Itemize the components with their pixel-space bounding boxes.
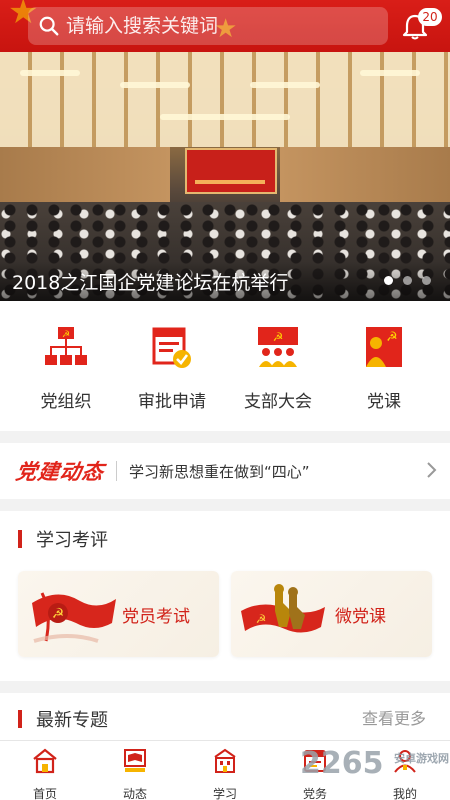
section-header: 最新专题: [18, 699, 108, 739]
section-accent-bar: [18, 530, 22, 548]
watermark-subtext: 安卓游戏网: [394, 752, 449, 765]
quick-item-label: 党组织: [40, 392, 92, 412]
search-input[interactable]: [66, 15, 366, 37]
party-lesson-icon: ☭: [366, 327, 402, 367]
party-news-ticker[interactable]: 党建动态 学习新思想重在做到“四心”: [0, 443, 450, 499]
quick-item-label: 支部大会: [244, 392, 312, 412]
section-title: 学习考评: [36, 530, 108, 551]
quick-item-approval[interactable]: 审批申请: [122, 325, 222, 412]
quick-item-party-org[interactable]: ☭ 党组织: [16, 325, 116, 412]
card-label: 党员考试: [122, 607, 190, 627]
search-bar[interactable]: [28, 7, 388, 45]
section-accent-bar: [18, 710, 22, 728]
svg-text:☭: ☭: [52, 606, 65, 622]
quick-item-branch-meeting[interactable]: ☭ 支部大会: [228, 325, 328, 412]
carousel-dot[interactable]: [384, 276, 393, 285]
carousel-indicator: [384, 276, 431, 285]
tab-label: 学习: [212, 787, 237, 800]
svg-text:☭: ☭: [62, 330, 70, 340]
study-building-icon: [214, 748, 236, 773]
study-section: 学习考评 ☭ 党员考试 ☭ 微党课: [0, 511, 450, 681]
watermark-text: 2265: [300, 746, 384, 781]
tab-news[interactable]: 动态: [100, 747, 170, 800]
news-flag-icon: [124, 749, 146, 772]
news-divider: [116, 461, 117, 481]
quick-menu: ☭ 党组织 审批申请 ☭ 支部大会 ☭ 党课: [0, 301, 450, 431]
heroes-flag-icon: ☭: [241, 584, 325, 633]
ceiling-light: [160, 114, 290, 120]
site-watermark: 2265 安卓游戏网: [300, 746, 449, 781]
ceiling-light: [120, 82, 190, 88]
org-chart-icon: ☭: [45, 327, 87, 365]
tab-label: 我的: [392, 787, 417, 800]
ceiling-light: [20, 70, 80, 76]
topics-section: 最新专题 查看更多: [0, 693, 450, 740]
quick-item-party-lesson[interactable]: ☭ 党课: [334, 325, 434, 412]
party-news-logo: 党建动态: [14, 460, 106, 484]
ceiling-light: [360, 70, 420, 76]
banner-ceiling: [0, 52, 450, 147]
ceiling-light: [250, 82, 320, 88]
tab-home[interactable]: 首页: [10, 747, 80, 800]
tab-label: 首页: [32, 787, 57, 800]
carousel-dot[interactable]: [422, 276, 431, 285]
carousel-dot[interactable]: [403, 276, 412, 285]
quick-item-label: 审批申请: [138, 392, 206, 412]
section-header: 学习考评: [18, 519, 108, 559]
banner-title: 2018之江国企党建论坛在杭举行: [12, 272, 289, 294]
exam-card[interactable]: ☭ 党员考试: [18, 571, 219, 657]
notification-badge: 20: [418, 8, 442, 26]
view-more-link[interactable]: 查看更多: [362, 705, 426, 729]
chevron-right-icon: [427, 462, 437, 478]
card-label: 微党课: [335, 607, 386, 627]
svg-text:☭: ☭: [386, 330, 398, 345]
branch-meeting-icon: ☭: [258, 327, 298, 367]
tab-label: 党务: [302, 787, 327, 800]
quick-item-label: 党课: [367, 392, 401, 412]
approval-icon: [152, 327, 191, 368]
section-title: 最新专题: [36, 710, 108, 731]
news-headline: 学习新思想重在做到“四心”: [129, 462, 310, 481]
search-icon: [39, 16, 59, 36]
micro-lesson-card[interactable]: ☭ 微党课: [231, 571, 432, 657]
home-icon: [33, 748, 57, 774]
party-flag-icon: ☭: [32, 592, 116, 643]
top-header: ★ ★ 20: [0, 0, 450, 52]
svg-text:☭: ☭: [256, 612, 267, 626]
svg-text:☭: ☭: [273, 330, 284, 344]
tab-label: 动态: [122, 787, 147, 800]
banner-stage-screen: [185, 148, 277, 194]
app-screen: ★ ★ 20 2018之江国企党建论坛在杭举行: [0, 0, 450, 800]
tab-study[interactable]: 学习: [190, 747, 260, 800]
